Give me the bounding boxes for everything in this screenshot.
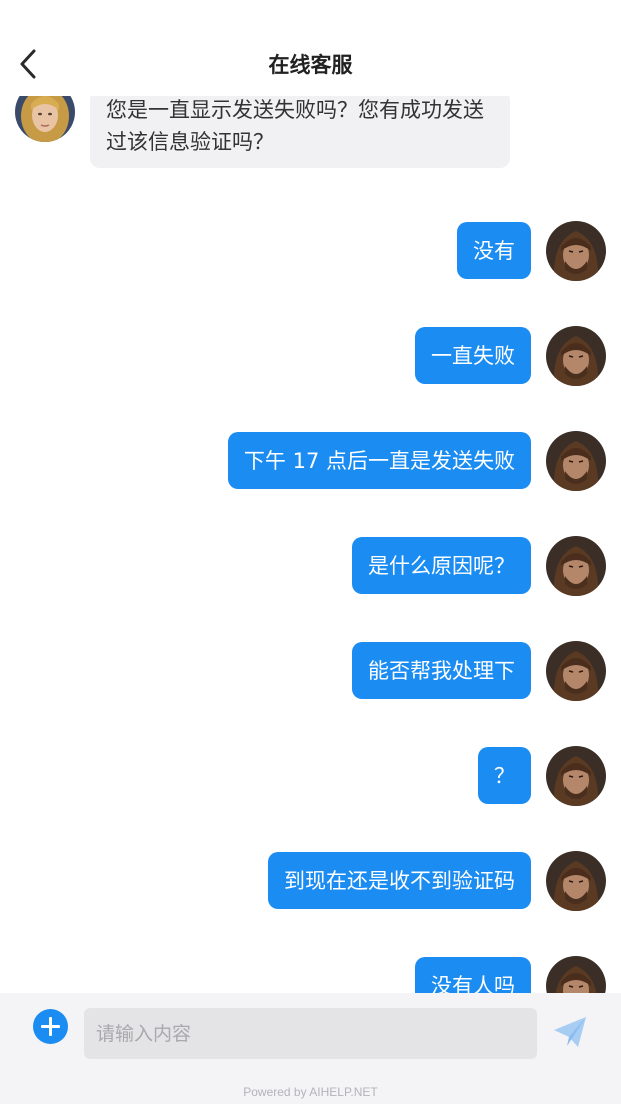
message-text: 是什么原因呢？ <box>368 553 515 578</box>
message-bubble-user: 能否帮我处理下 <box>352 642 531 699</box>
user-avatar-image <box>546 431 606 491</box>
send-button[interactable] <box>552 1015 588 1049</box>
message-text: ？ <box>494 763 515 788</box>
message-text: 到现在还是收不到验证码 <box>284 868 515 893</box>
user-avatar-image <box>546 326 606 386</box>
message-bubble-user: 没有 <box>457 222 531 279</box>
message-text: 下午 17 点后一直是发送失败 <box>243 448 515 473</box>
user-avatar-image <box>546 956 606 993</box>
nav-header: 在线客服 <box>0 0 621 96</box>
composer-bar: Powered by AIHELP.NET <box>0 993 621 1104</box>
user-avatar-image <box>546 641 606 701</box>
user-avatar-image <box>546 536 606 596</box>
message-input[interactable] <box>84 1008 537 1059</box>
user-avatar <box>546 641 606 701</box>
user-avatar-image <box>546 221 606 281</box>
message-bubble-user: 到现在还是收不到验证码 <box>268 852 531 909</box>
message-bubble-agent: 您是一直显示发送失败吗？您有成功发送过该信息验证吗？ <box>90 90 510 168</box>
message-bubble-user: 一直失败 <box>415 327 531 384</box>
message-bubble-user: ？ <box>478 747 531 804</box>
message-text: 没有 <box>473 238 515 263</box>
user-avatar <box>546 851 606 911</box>
user-avatar <box>546 221 606 281</box>
message-text: 没有人吗 <box>431 973 515 994</box>
message-bubble-user: 是什么原因呢？ <box>352 537 531 594</box>
chat-area[interactable]: 您是一直显示发送失败吗？您有成功发送过该信息验证吗？ 没有 一直失败 下午 17… <box>0 0 621 993</box>
message-bubble-user: 没有人吗 <box>415 957 531 993</box>
message-text: 一直失败 <box>431 343 515 368</box>
paper-plane-icon <box>554 1017 586 1047</box>
user-avatar <box>546 431 606 491</box>
user-avatar-image <box>546 851 606 911</box>
message-text: 能否帮我处理下 <box>368 658 515 683</box>
page-title: 在线客服 <box>268 53 353 77</box>
user-avatar <box>546 536 606 596</box>
powered-by-label: Powered by AIHELP.NET <box>243 1085 378 1099</box>
user-avatar <box>546 956 606 993</box>
user-avatar-image <box>546 746 606 806</box>
message-bubble-user: 下午 17 点后一直是发送失败 <box>227 432 531 489</box>
message-text: 您是一直显示发送失败吗？您有成功发送过该信息验证吗？ <box>106 98 484 154</box>
user-avatar <box>546 746 606 806</box>
user-avatar <box>546 326 606 386</box>
add-button[interactable] <box>33 1009 68 1044</box>
